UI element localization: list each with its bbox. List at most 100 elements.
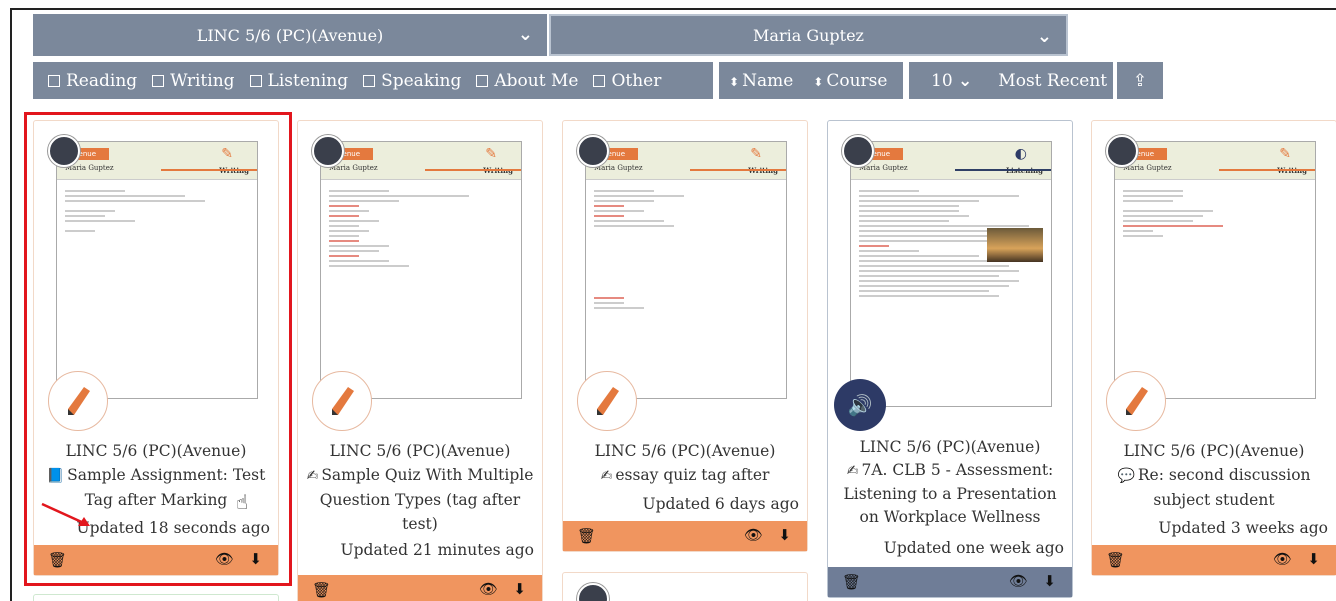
frame-border-top [10, 8, 1336, 10]
download-icon[interactable]: ⬇ [513, 580, 526, 598]
filter-label: About Me [494, 70, 579, 91]
document-thumbnail: AvenueMaria Guptez✎Writing [1114, 141, 1316, 399]
thumb-student: Maria Guptez [594, 164, 643, 172]
student-select-value: Maria Guptez [753, 25, 864, 45]
ear-icon: ◐ [1014, 146, 1027, 162]
sort-name-button[interactable]: ⬍ Name [729, 71, 793, 91]
avatar [577, 583, 609, 601]
course-select[interactable]: LINC 5/6 (PC)(Avenue) ⌄ [33, 14, 547, 56]
paging-bar: 10 ⌄ Most Recent [909, 62, 1113, 99]
eye-icon[interactable]: 👁 [1009, 572, 1028, 590]
student-select[interactable]: Maria Guptez ⌄ [549, 14, 1068, 56]
upload-icon: ⇪ [1132, 70, 1148, 91]
card-title-text: essay quiz tag after [615, 466, 770, 484]
upload-button[interactable]: ⇪ [1117, 62, 1163, 99]
ear-icon: 🔊 [834, 379, 886, 431]
avatar [312, 135, 344, 167]
card-footer: 🗑 👁 ⬇ [828, 567, 1072, 597]
quiz-icon: ✍ [306, 468, 319, 484]
trash-icon[interactable]: 🗑 [1106, 551, 1125, 569]
thumb-student: Maria Guptez [859, 164, 908, 172]
avatar [577, 135, 609, 167]
portfolio-card[interactable] [33, 594, 279, 601]
filter-label: Listening [267, 70, 349, 91]
per-page-select[interactable]: 10 ⌄ [931, 71, 972, 91]
thumb-student: Maria Guptez [329, 164, 378, 172]
discussion-icon: 💬 [1117, 468, 1135, 484]
hand-cursor-icon: ☝ [236, 490, 249, 514]
chevron-down-icon: ⌄ [517, 24, 533, 45]
course-select-value: LINC 5/6 (PC)(Avenue) [196, 25, 384, 45]
portfolio-card[interactable]: AvenueMaria Guptez◐Listening 🔊 LINC 5/6 … [827, 120, 1073, 598]
checkbox-icon [476, 74, 489, 87]
avatar [842, 135, 874, 167]
trash-icon[interactable]: 🗑 [842, 573, 861, 591]
card-course: LINC 5/6 (PC)(Avenue) [859, 438, 1041, 456]
download-icon[interactable]: ⬇ [1307, 550, 1320, 568]
card-footer: 🗑 👁 ⬇ [298, 575, 542, 601]
filter-about-me[interactable]: About Me [476, 71, 578, 91]
thumb-bar [425, 169, 521, 171]
quiz-icon: ✍ [600, 468, 613, 484]
document-thumbnail: AvenueMaria Guptez◐Listening [850, 141, 1052, 407]
portfolio-card[interactable]: AvenueMaria Guptez✎Writing LINC 5/6 (PC)… [1091, 120, 1336, 576]
eye-icon[interactable]: 👁 [744, 526, 763, 544]
filter-listening[interactable]: Listening [249, 70, 349, 91]
document-thumbnail: AvenueMaria Guptez✎Writing [320, 141, 522, 399]
portfolio-card[interactable]: AvenueMaria Guptez✎Writing LINC 5/6 (PC)… [562, 120, 808, 552]
card-course: LINC 5/6 (PC)(Avenue) [594, 442, 776, 460]
thumbnail-photo [987, 228, 1043, 262]
pencil-icon: ✎ [750, 146, 762, 162]
arrow-annotation [41, 502, 90, 526]
filter-writing[interactable]: Writing [152, 70, 235, 91]
checkbox-icon [48, 74, 60, 87]
trash-icon[interactable]: 🗑 [312, 581, 331, 599]
skill-filter-bar: Reading Writing Listening Speaking About… [33, 62, 713, 99]
card-updated: Updated 3 weeks ago [1158, 519, 1328, 537]
thumb-student: Maria Guptez [1123, 164, 1172, 172]
card-updated: Updated 21 minutes ago [340, 541, 534, 559]
card-title[interactable]: 💬 Re: second discussion subject student [1096, 463, 1332, 512]
sort-course-label: Course [826, 70, 888, 91]
portfolio-card[interactable] [562, 572, 808, 601]
pencil-icon: ✎ [1279, 146, 1291, 162]
filter-other[interactable]: Other [593, 71, 661, 91]
filter-label: Writing [170, 70, 235, 91]
order-select[interactable]: Most Recent [998, 71, 1107, 91]
frame-border-left [10, 8, 12, 601]
avatar [1106, 135, 1138, 167]
document-thumbnail: AvenueMaria Guptez✎Writing [585, 141, 787, 399]
card-updated: Updated 6 days ago [642, 495, 799, 513]
checkbox-icon [363, 74, 376, 87]
pencil-icon [577, 371, 637, 431]
sort-bar: ⬍ Name ⬍ Course [719, 62, 903, 99]
chevron-down-icon: ⌄ [1036, 26, 1052, 47]
card-title[interactable]: ✍ Sample Quiz With Multiple Question Type… [302, 463, 538, 536]
filter-label: Reading [66, 70, 138, 91]
sort-course-button[interactable]: ⬍ Course [813, 71, 887, 91]
card-title-text: Re: second discussion subject student [1137, 466, 1311, 509]
card-footer: 🗑 👁 ⬇ [1092, 545, 1336, 575]
card-title[interactable]: ✍ 7A. CLB 5 - Assessment: Listening to a … [832, 459, 1068, 529]
trash-icon[interactable]: 🗑 [577, 527, 596, 545]
filter-label: Speaking [381, 70, 462, 91]
sort-name-label: Name [742, 70, 794, 91]
portfolio-card[interactable]: AvenueMaria Guptez✎Writing LINC 5/6 (PC)… [297, 120, 543, 601]
pencil-icon: ✎ [485, 146, 497, 162]
download-icon[interactable]: ⬇ [778, 526, 791, 544]
download-icon[interactable]: ⬇ [1043, 572, 1056, 590]
sort-icon: ⬍ [813, 74, 824, 89]
checkbox-icon [593, 74, 606, 87]
filter-speaking[interactable]: Speaking [363, 71, 461, 91]
eye-icon[interactable]: 👁 [1273, 550, 1292, 568]
thumb-bar [1219, 169, 1315, 171]
card-title[interactable]: ✍ essay quiz tag after [567, 463, 803, 488]
card-course: LINC 5/6 (PC)(Avenue) [1123, 442, 1305, 460]
thumb-bar [690, 169, 786, 171]
filter-reading[interactable]: Reading [48, 71, 137, 91]
eye-icon[interactable]: 👁 [479, 580, 498, 598]
thumb-bar [955, 169, 1051, 171]
card-course: LINC 5/6 (PC)(Avenue) [329, 442, 511, 460]
card-title-text: 7A. CLB 5 - Assessment: Listening to a P… [843, 461, 1057, 526]
chevron-down-icon: ⌄ [958, 70, 973, 91]
